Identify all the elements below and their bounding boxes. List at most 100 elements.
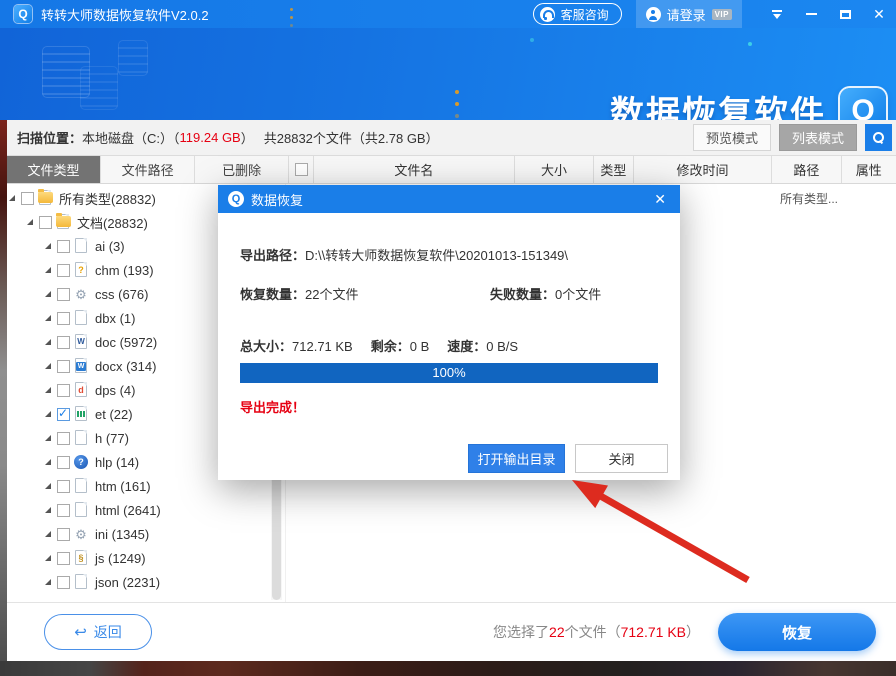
login-label: 请登录 [667, 5, 706, 24]
tree-checkbox[interactable] [57, 528, 70, 541]
selection-prefix: 您选择了 [493, 624, 549, 640]
maximize-icon [840, 10, 851, 19]
column-header-attr[interactable]: 属性 [842, 156, 896, 183]
expander-icon[interactable] [45, 579, 51, 585]
tab-file-path[interactable]: 文件路径 [101, 156, 195, 183]
expander-icon[interactable] [45, 267, 51, 273]
expander-icon[interactable] [45, 531, 51, 537]
footer-bar: ↩ 返回 您选择了22个文件（712.71 KB） 恢复 [7, 602, 896, 661]
login-button[interactable]: 请登录 VIP [636, 0, 742, 28]
tree-checkbox[interactable] [57, 288, 70, 301]
failed-value: 0个文件 [555, 287, 601, 302]
expander-icon[interactable] [45, 387, 51, 393]
search-icon [872, 131, 885, 144]
column-header-size[interactable]: 大小 [515, 156, 594, 183]
tree-checkbox[interactable] [57, 240, 70, 253]
tree-checkbox[interactable] [57, 432, 70, 445]
tree-label: h (77) [95, 431, 129, 446]
glyph: § [78, 554, 83, 563]
glyph [77, 411, 85, 417]
open-output-dir-button[interactable]: 打开输出目录 [468, 444, 565, 473]
speed-value: 0 B/S [486, 339, 518, 354]
glyph: ⚙ [75, 528, 87, 541]
expander-icon[interactable] [45, 315, 51, 321]
expander-icon[interactable] [45, 243, 51, 249]
file-type-icon [74, 310, 88, 326]
glyph: ? [78, 266, 84, 275]
support-button[interactable]: 客服咨询 [533, 3, 622, 25]
select-all-checkbox[interactable] [295, 163, 308, 176]
dialog-close-button[interactable]: 关闭 [575, 444, 668, 473]
tree-checkbox[interactable] [57, 576, 70, 589]
tree-label: doc (5972) [95, 335, 157, 350]
file-type-icon: ⚙ [74, 526, 88, 542]
recovered-value: 22个文件 [305, 287, 358, 302]
tree-row[interactable]: html (2641) [7, 498, 271, 522]
column-header-type[interactable]: 类型 [594, 156, 634, 183]
expander-icon[interactable] [45, 507, 51, 513]
list-row-path-cell: 所有类型... [780, 190, 838, 207]
expander-icon[interactable] [27, 219, 33, 225]
tree-checkbox[interactable] [57, 504, 70, 517]
minimize-button[interactable] [794, 0, 828, 28]
tab-file-type[interactable]: 文件类型 [7, 156, 101, 183]
preview-mode-button[interactable]: 预览模式 [693, 124, 771, 151]
recovery-dialog: Q 数据恢复 ✕ 导出路径：D:\\转转大师数据恢复软件\20201013-15… [218, 185, 680, 480]
file-type-icon: d [74, 382, 88, 398]
tree-checkbox[interactable] [57, 408, 70, 421]
tree-checkbox[interactable] [57, 360, 70, 373]
decor-dot [530, 38, 534, 42]
tree-row[interactable]: json (2231) [7, 570, 271, 594]
tree-checkbox[interactable] [57, 456, 70, 469]
expander-icon[interactable] [45, 459, 51, 465]
tree-row[interactable]: ⚙ ini (1345) [7, 522, 271, 546]
tree-label: dps (4) [95, 383, 135, 398]
glyph: ⚙ [75, 288, 87, 301]
remaining-label: 剩余： [371, 339, 410, 354]
expander-icon[interactable] [45, 291, 51, 297]
tree-checkbox[interactable] [21, 192, 34, 205]
close-button[interactable]: ✕ [862, 0, 896, 28]
page-shape [75, 238, 87, 253]
search-button[interactable] [865, 124, 892, 151]
column-header-filename[interactable]: 文件名 [314, 156, 515, 183]
column-header-path[interactable]: 路径 [772, 156, 841, 183]
tree-checkbox[interactable] [57, 312, 70, 325]
tree-checkbox[interactable] [57, 384, 70, 397]
expander-icon[interactable] [45, 411, 51, 417]
page-shape [75, 430, 87, 445]
tree-checkbox[interactable] [57, 480, 70, 493]
dialog-close-icon[interactable]: ✕ [650, 191, 670, 208]
expander-icon[interactable] [45, 555, 51, 561]
tree-label: 文档(28832) [77, 213, 148, 232]
collapse-icon [771, 10, 783, 19]
file-type-icon: W [74, 358, 88, 374]
collapse-button[interactable] [760, 0, 794, 28]
list-mode-button[interactable]: 列表模式 [779, 124, 857, 151]
circuit-decor [118, 40, 148, 76]
expander-icon[interactable] [45, 483, 51, 489]
window-title: 转转大师数据恢复软件V2.0.2 [41, 5, 209, 24]
tree-label: ai (3) [95, 239, 125, 254]
disk-size-value: 119.24 GB [180, 130, 241, 145]
expander-icon[interactable] [9, 195, 15, 201]
file-type-icon [74, 574, 88, 590]
tree-label: docx (314) [95, 359, 156, 374]
window-controls: ✕ [760, 0, 896, 28]
tree-row[interactable]: § js (1249) [7, 546, 271, 570]
tree-checkbox[interactable] [39, 216, 52, 229]
expander-icon[interactable] [45, 339, 51, 345]
file-type-icon: ? [74, 454, 88, 470]
tab-deleted[interactable]: 已删除 [195, 156, 289, 183]
tree-checkbox[interactable] [57, 336, 70, 349]
tree-checkbox[interactable] [57, 552, 70, 565]
expander-icon[interactable] [45, 435, 51, 441]
back-button[interactable]: ↩ 返回 [44, 614, 152, 650]
recovered-label: 恢复数量： [240, 287, 305, 302]
recover-button[interactable]: 恢复 [718, 613, 876, 651]
expander-icon[interactable] [45, 363, 51, 369]
maximize-button[interactable] [828, 0, 862, 28]
column-header-modified[interactable]: 修改时间 [634, 156, 773, 183]
file-type-icon [74, 430, 88, 446]
tree-checkbox[interactable] [57, 264, 70, 277]
